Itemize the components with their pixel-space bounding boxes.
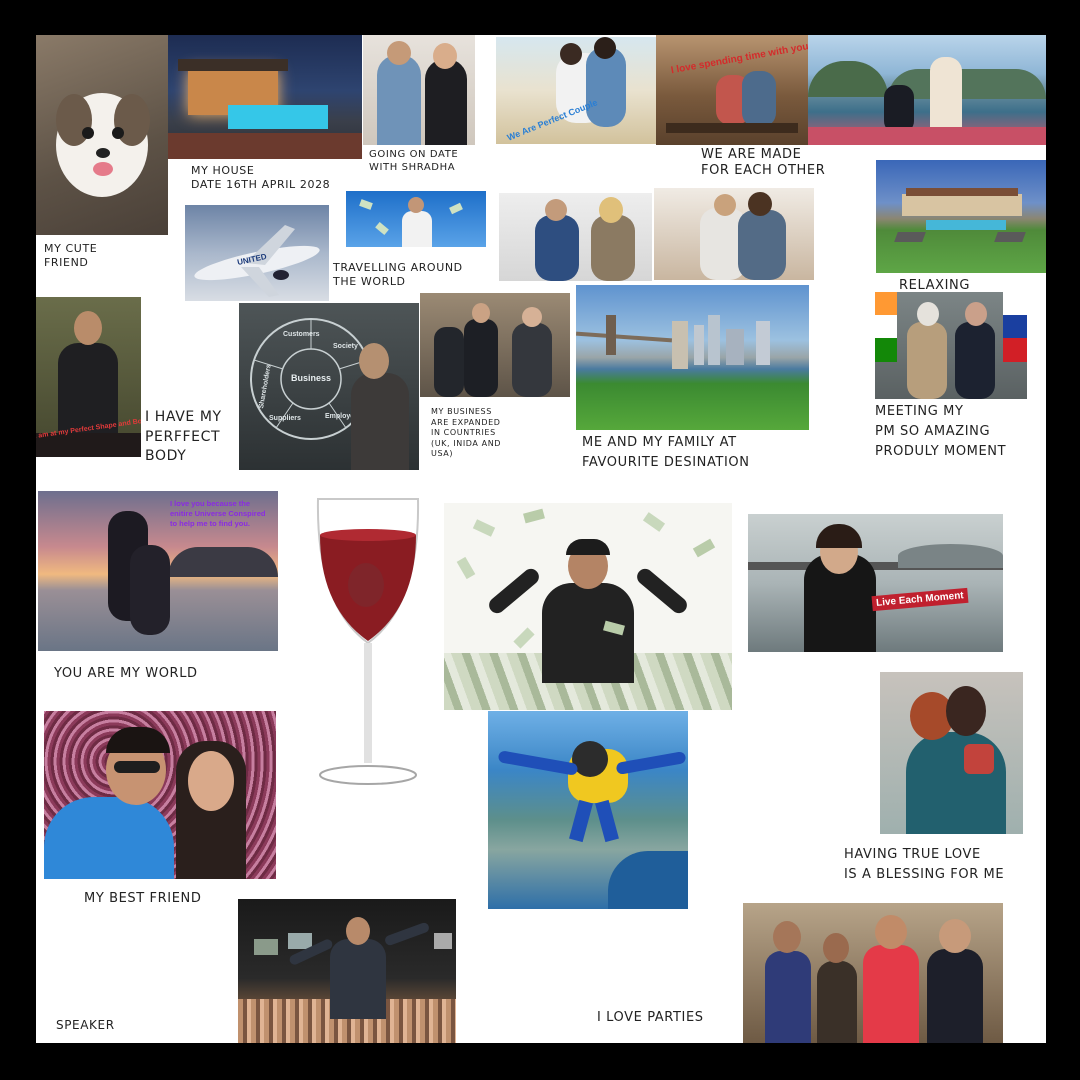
airplane-photo: UNITED: [185, 205, 329, 301]
date-photo: [363, 35, 475, 145]
wine-glass-illustration: [316, 498, 420, 785]
caption-you-are-my-world: YOU ARE MY WORLD: [54, 666, 198, 681]
pm-meeting-photo: [875, 292, 1027, 399]
segment-society: Society: [333, 343, 358, 350]
business-center-label: Business: [291, 373, 332, 383]
puppy-photo: [36, 35, 168, 235]
love-spending-photo: I love spending time with you.: [656, 35, 808, 145]
sunset-couple-photo: I love you because the enitire Universe …: [38, 491, 278, 651]
speaker-photo: [238, 899, 456, 1043]
true-love-photo: [880, 672, 1023, 834]
family-destination-photo: [576, 285, 809, 430]
skydiving-photo: [488, 711, 688, 909]
business-wheel-photo: Business Customers Society Employees Sup…: [239, 303, 419, 470]
caption-going-on-date: GOING ON DATE WITH SHRADHA: [369, 149, 459, 173]
universe-quote: I love you because the enitire Universe …: [170, 499, 266, 528]
house-photo: [168, 35, 362, 159]
party-photo: [743, 903, 1003, 1043]
caption-my-house: MY HOUSE DATE 16TH APRIL 2028: [191, 164, 331, 191]
caption-meeting-pm: MEETING MY PM SO AMAZING PRODULY MOMENT: [875, 404, 1007, 460]
perfect-couple-photo: We Are Perfect Couple: [496, 37, 656, 144]
caption-perfect-body: I HAVE MY PERFFECT BODY: [145, 409, 222, 465]
resort-photo: [876, 160, 1046, 273]
wine-glass-photo: [308, 495, 428, 795]
proposal-photo: [808, 35, 1046, 145]
money-throw-photo: [346, 191, 486, 247]
segment-customers: Customers: [283, 331, 320, 338]
segment-suppliers: Suppliers: [269, 415, 301, 422]
caption-travelling: TRAVELLING AROUND THE WORLD: [333, 261, 463, 288]
business-meeting-photo: [420, 293, 570, 397]
caption-family-destination: ME AND MY FAMILY AT FAVOURITE DESINATION: [582, 435, 750, 471]
love-spending-text: I love spending time with you.: [670, 40, 808, 77]
caption-best-friend: MY BEST FRIEND: [84, 891, 202, 906]
live-moment-sign: Live Each Moment: [871, 587, 969, 612]
best-friend-photo: [44, 711, 276, 879]
raining-money-photo: [444, 503, 732, 710]
fit-body-photo: I am at my Perfect Shape and Body: [36, 297, 141, 457]
hugging-couple-photo: [654, 188, 814, 280]
live-moment-photo: Live Each Moment: [748, 514, 1003, 652]
puppy-illustration: [56, 93, 150, 197]
caption-speaker: SPEAKER: [56, 1018, 115, 1032]
caption-made-for-each-other: WE ARE MADE FOR EACH OTHER: [701, 147, 826, 179]
caption-cute-friend: MY CUTE FRIEND: [44, 242, 98, 269]
caption-love-parties: I LOVE PARTIES: [597, 1010, 704, 1025]
vision-board: MY CUTE FRIEND MY HOUSE DATE 16TH APRIL …: [36, 35, 1046, 1043]
caption-business-expanded: MY BUSINESS ARE EXPANDED IN COUNTRIES (U…: [431, 407, 502, 459]
gaming-couple-photo: [499, 193, 652, 281]
caption-true-love: HAVING TRUE LOVE IS A BLESSING FOR ME: [844, 847, 1005, 883]
